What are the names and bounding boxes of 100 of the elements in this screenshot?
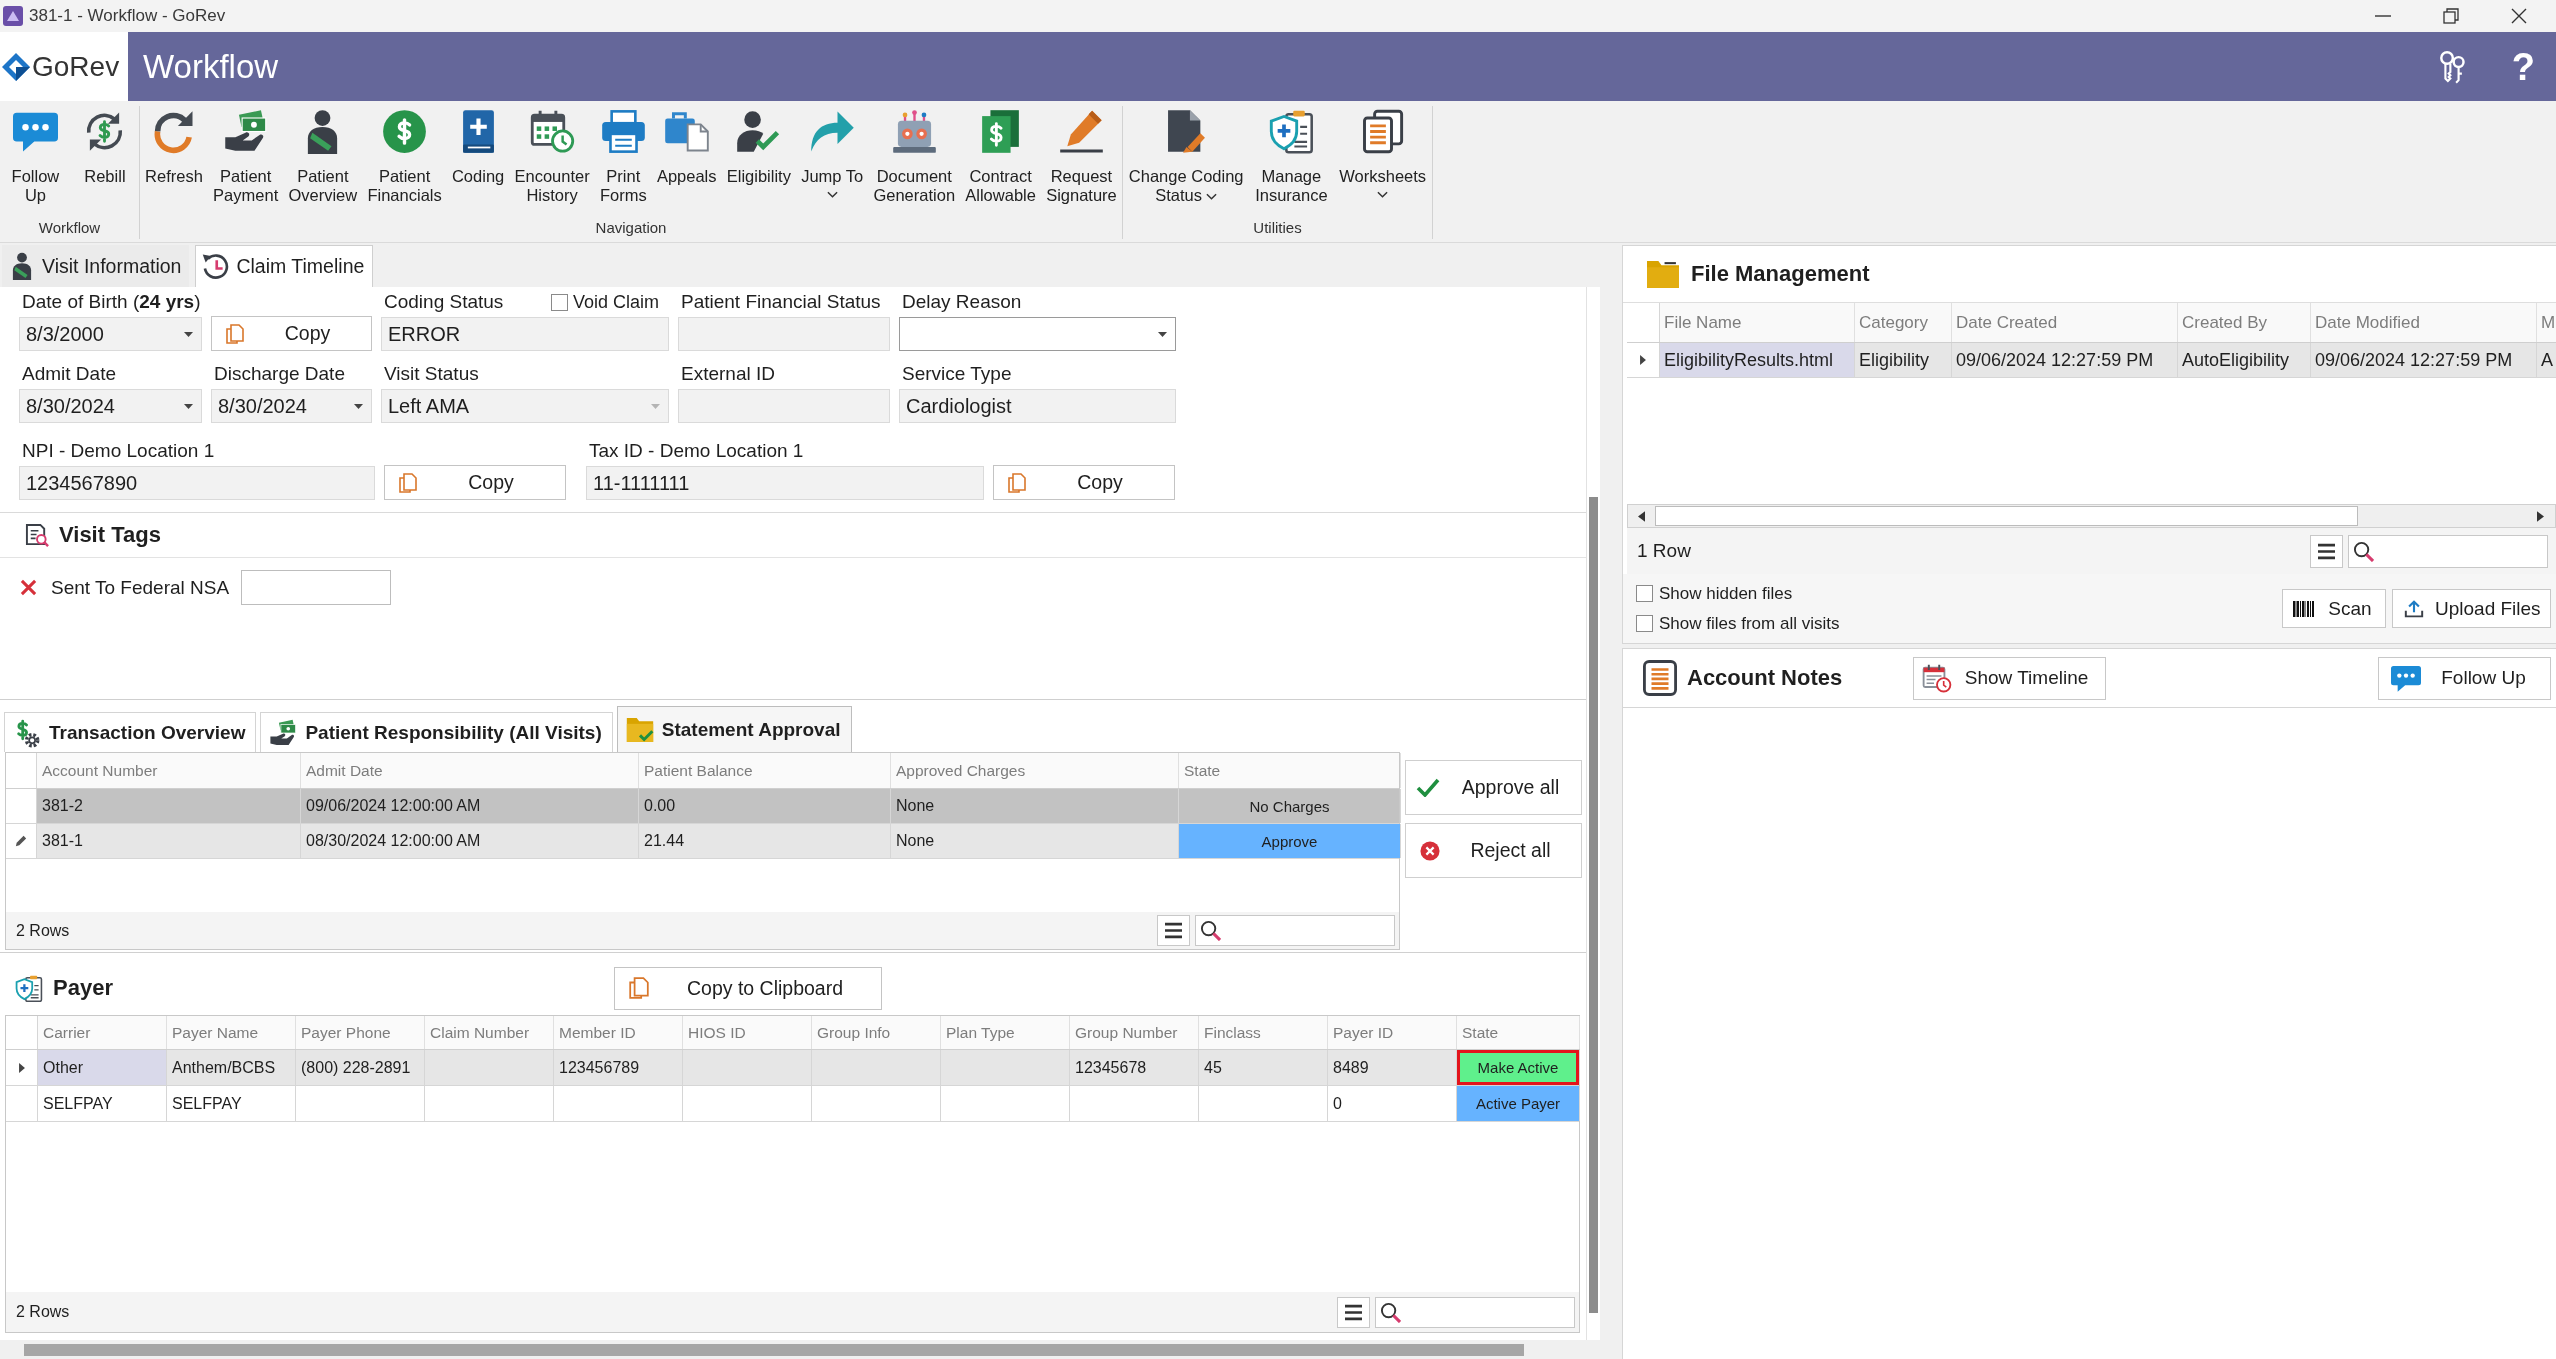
search-field[interactable]	[2348, 534, 2548, 568]
notes-action-button[interactable]: Show Timeline	[1913, 656, 2106, 700]
toolbar-button[interactable]: Jump To	[798, 106, 867, 198]
column-header[interactable]: Plan Type	[941, 1016, 1070, 1049]
column-header[interactable]: Approved Charges	[891, 753, 1179, 788]
column-header[interactable]: Payer Name	[167, 1016, 296, 1049]
column-header[interactable]: M	[2537, 303, 2556, 342]
scrollbar-thumb[interactable]	[1589, 497, 1598, 1313]
table-row[interactable]: SELFPAY SELFPAY 0 Active Payer	[6, 1086, 1579, 1122]
toolbar-button[interactable]: Encounter History	[511, 106, 593, 205]
file-action-button[interactable]: Scan	[2282, 589, 2386, 628]
column-header[interactable]: State	[1179, 753, 1401, 788]
input-field[interactable]	[241, 570, 392, 605]
checkbox[interactable]	[1636, 585, 1653, 602]
tab[interactable]: Transaction Overview	[4, 712, 257, 752]
dropdown-field[interactable]: 8/30/2024	[211, 389, 372, 423]
column-menu-button[interactable]	[2310, 534, 2343, 568]
column-header[interactable]: Patient Balance	[639, 753, 891, 788]
text-field[interactable]	[678, 317, 890, 351]
column-header[interactable]: Date Modified	[2311, 303, 2537, 342]
row-indicator-cell[interactable]	[1627, 343, 1660, 377]
app-icon	[3, 6, 23, 26]
column-header[interactable]: Account Number	[37, 753, 301, 788]
toolbar-button[interactable]: Patient Overview	[285, 106, 361, 205]
text-field[interactable]: Cardiologist	[899, 389, 1176, 423]
state-cell[interactable]: Make Active	[1457, 1050, 1580, 1085]
state-cell[interactable]: Approve	[1179, 824, 1401, 858]
toolbar-button[interactable]: Rebill	[79, 106, 131, 186]
tab[interactable]: Statement Approval	[616, 706, 852, 752]
row-indicator-cell[interactable]	[6, 1050, 38, 1085]
copy-to-clipboard-button[interactable]: Copy to Clipboard	[614, 966, 882, 1010]
action-button[interactable]: Approve all	[1405, 760, 1582, 815]
column-header[interactable]: Claim Number	[425, 1016, 554, 1049]
column-header[interactable]: Payer Phone	[296, 1016, 425, 1049]
column-header[interactable]: Finclass	[1199, 1016, 1328, 1049]
file-action-button[interactable]: Upload Files	[2392, 589, 2551, 628]
help-button[interactable]: ?	[2511, 47, 2535, 86]
table-row[interactable]: Other Anthem/BCBS (800) 228-2891 123456789 12345678 45 8489 Make Active	[6, 1050, 1579, 1086]
toolbar-button[interactable]: Refresh	[142, 106, 206, 186]
text-field[interactable]: 11-1111111	[586, 466, 984, 500]
search-field[interactable]	[1375, 1296, 1575, 1328]
dropdown-field[interactable]: 8/3/2000	[19, 317, 202, 351]
toolbar-button[interactable]: Patient Payment	[210, 106, 282, 205]
copy-button[interactable]: Copy	[384, 465, 566, 500]
tab[interactable]: Visit Information	[2, 245, 190, 287]
search-field[interactable]	[1195, 915, 1395, 946]
column-menu-button[interactable]	[1337, 1296, 1370, 1328]
text-field[interactable]: 1234567890	[19, 466, 375, 500]
dropdown-field[interactable]: 8/30/2024	[19, 389, 202, 423]
copy-button[interactable]: Copy	[211, 316, 372, 351]
column-header[interactable]: Category	[1855, 303, 1952, 342]
state-cell[interactable]: Active Payer	[1457, 1086, 1580, 1121]
toolbar-button[interactable]: Coding	[448, 106, 508, 186]
scrollbar-thumb[interactable]	[1655, 506, 2358, 526]
notes-action-button[interactable]: Follow Up	[2378, 656, 2551, 700]
toolbar-button[interactable]: Appeals	[653, 106, 720, 186]
column-header[interactable]: Member ID	[554, 1016, 683, 1049]
tab[interactable]: Patient Responsibility (All Visits)	[260, 712, 613, 752]
column-header[interactable]: State	[1457, 1016, 1580, 1049]
toolbar-button[interactable]: Follow Up	[8, 106, 63, 205]
restore-icon[interactable]	[2443, 8, 2459, 24]
horizontal-scrollbar[interactable]	[1627, 504, 2556, 528]
column-menu-button[interactable]	[1157, 915, 1190, 946]
table-row[interactable]: EligibilityResults.html Eligibility 09/06/2024 12:27:59 PM AutoEligibility 09/06/2024 12:27:59 PM A	[1627, 343, 2556, 378]
toolbar-button[interactable]: Worksheets	[1336, 106, 1430, 198]
vertical-scrollbar[interactable]	[1586, 287, 1600, 1340]
column-header[interactable]: Group Number	[1070, 1016, 1199, 1049]
column-header[interactable]: File Name	[1660, 303, 1855, 342]
checkbox[interactable]	[550, 293, 568, 311]
toolbar-button[interactable]: Change Coding Status	[1125, 106, 1247, 205]
table-row[interactable]: 381-1 08/30/2024 12:00:00 AM 21.44 None Approve	[6, 824, 1399, 859]
close-icon[interactable]	[2511, 8, 2527, 24]
tab[interactable]: Claim Timeline	[195, 245, 374, 287]
toolbar-button[interactable]: Print Forms	[596, 106, 650, 205]
dropdown-field[interactable]	[899, 317, 1176, 351]
toolbar-button[interactable]: Manage Insurance	[1252, 106, 1331, 205]
toolbar-button[interactable]: Eligibility	[723, 106, 794, 186]
field-label: Date of Birth (24 yrs)	[22, 291, 201, 313]
column-header[interactable]: Carrier	[38, 1016, 167, 1049]
keys-icon[interactable]	[2437, 49, 2466, 84]
row-indicator-cell[interactable]	[6, 824, 37, 858]
field-label: Tax ID - Demo Location 1	[589, 440, 804, 462]
action-button[interactable]: Reject all	[1405, 823, 1582, 878]
checkbox[interactable]	[1636, 615, 1653, 632]
column-header[interactable]: Group Info	[812, 1016, 941, 1049]
text-field[interactable]	[678, 389, 890, 423]
toolbar-button[interactable]: Contract Allowable	[962, 106, 1039, 205]
toolbar-button[interactable]: Patient Financials	[364, 106, 445, 205]
copy-button[interactable]: Copy	[993, 465, 1175, 500]
text-field[interactable]: ERROR	[381, 317, 669, 351]
toolbar-button[interactable]: Document Generation	[870, 106, 959, 205]
toolbar-button[interactable]: Request Signature	[1043, 106, 1120, 205]
column-header[interactable]: HIOS ID	[683, 1016, 812, 1049]
column-header[interactable]: Payer ID	[1328, 1016, 1457, 1049]
left-arrow-icon[interactable]	[1638, 510, 1645, 522]
scrollbar-thumb[interactable]	[24, 1344, 1524, 1356]
column-header[interactable]: Admit Date	[301, 753, 639, 788]
right-arrow-icon[interactable]	[2537, 510, 2544, 522]
column-header[interactable]: Created By	[2178, 303, 2311, 342]
column-header[interactable]: Date Created	[1952, 303, 2178, 342]
